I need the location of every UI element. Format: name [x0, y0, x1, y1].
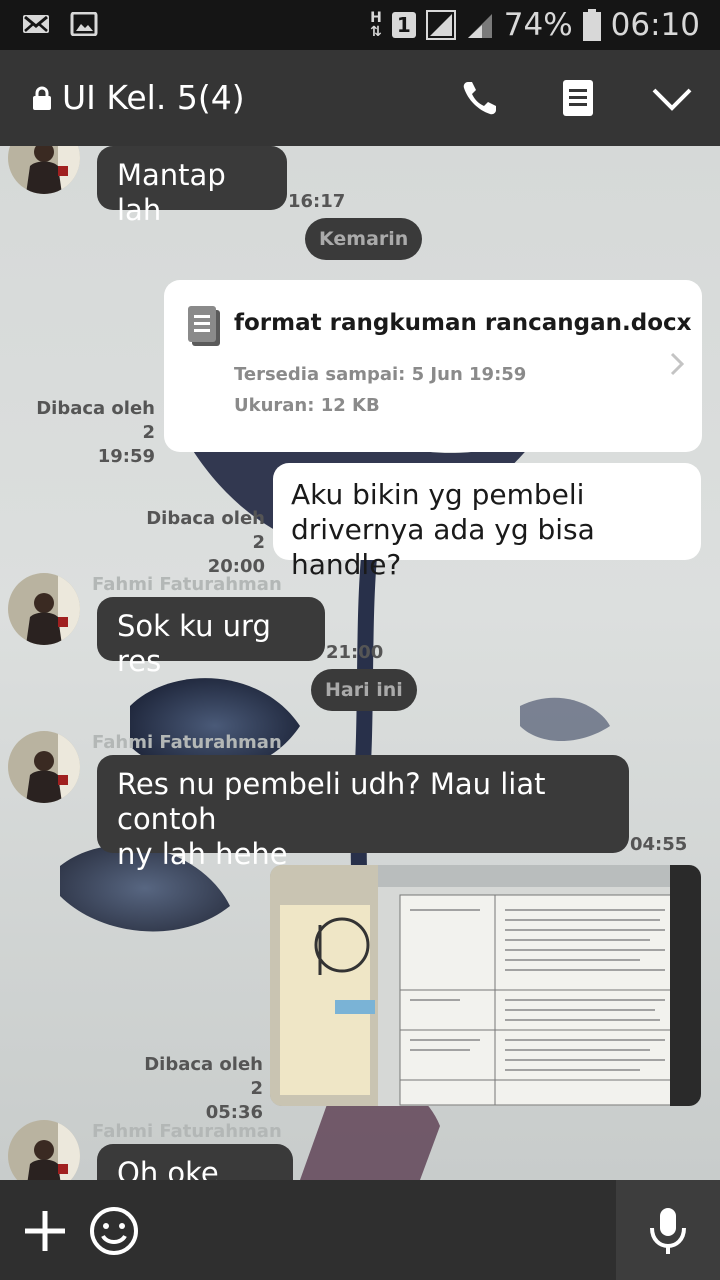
file-attachment-card[interactable]: format rangkuman rancangan.docx Tersedia…: [164, 280, 702, 452]
status-bar: H ⇅ 1 74% 06:10: [0, 0, 720, 50]
emoji-icon[interactable]: [89, 1206, 139, 1256]
battery-icon: [582, 9, 601, 41]
message-bubble[interactable]: Aku bikin yg pembeli drivernya ada yg bi…: [273, 463, 701, 581]
microphone-icon: [650, 1208, 686, 1254]
read-receipt: Dibaca oleh 2 19:59: [36, 398, 155, 467]
clock: 06:10: [610, 7, 700, 43]
message-text: Res nu pembeli udh? Mau liat contoh: [117, 767, 546, 836]
sender-name: Fahmi Faturahman: [92, 732, 282, 753]
sim-badge: 1: [391, 12, 416, 38]
lock-icon: [33, 86, 51, 110]
chat-header: UI Kel. 5(4): [0, 50, 720, 146]
plus-icon[interactable]: [20, 1206, 70, 1256]
message-bubble[interactable]: Sok ku urg res: [97, 597, 325, 678]
mail-icon: [23, 15, 49, 33]
phone-icon[interactable]: [460, 78, 500, 118]
chevron-right-icon[interactable]: [670, 352, 684, 376]
read-receipt: Dibaca oleh 2 20:00: [146, 508, 265, 577]
chat-title[interactable]: UI Kel. 5(4): [62, 78, 245, 117]
message-bubble[interactable]: Oh oke siap: [97, 1144, 293, 1180]
document-icon: [188, 306, 220, 346]
avatar-image: [8, 731, 80, 803]
avatar[interactable]: [8, 731, 80, 803]
message-text: drivernya ada yg bisa handle?: [291, 513, 595, 581]
chat-area[interactable]: Mantap lah 16:17 Kemarin Dibaca oleh 2 1…: [0, 146, 720, 1180]
image-icon: [70, 12, 98, 36]
message-bubble[interactable]: Res nu pembeli udh? Mau liat contoh ny l…: [97, 755, 629, 871]
sender-name: Fahmi Faturahman: [92, 574, 282, 595]
message-bubble[interactable]: Mantap lah: [97, 146, 287, 227]
signal-icon: [425, 10, 456, 40]
sender-name: Fahmi Faturahman: [92, 1121, 282, 1142]
message-text: Oh oke siap: [117, 1156, 219, 1180]
document-photo: [270, 865, 701, 1106]
message-time: 21:00: [326, 642, 384, 663]
image-attachment[interactable]: [270, 865, 701, 1106]
date-separator: Kemarin: [305, 218, 423, 260]
message-time: 04:55: [630, 834, 688, 855]
message-text: Aku bikin yg pembeli: [291, 478, 585, 511]
file-name: format rangkuman rancangan.docx: [234, 310, 692, 336]
signal-secondary-icon: [467, 14, 492, 38]
network-hd-indicator: H ⇅: [370, 10, 382, 40]
notes-icon[interactable]: [558, 78, 598, 118]
microphone-button[interactable]: [616, 1180, 720, 1280]
read-receipt: Dibaca oleh 2 05:36: [144, 1054, 263, 1123]
message-time: 16:17: [288, 191, 346, 212]
file-availability: Tersedia sampai: 5 Jun 19:59: [234, 364, 527, 385]
date-separator: Hari ini: [311, 669, 417, 711]
input-bar: [0, 1180, 720, 1280]
avatar-image: [8, 573, 80, 645]
chevron-down-icon[interactable]: [652, 78, 692, 118]
avatar[interactable]: [8, 573, 80, 645]
file-size: Ukuran: 12 KB: [234, 395, 380, 416]
battery-percent: 74%: [503, 7, 573, 43]
